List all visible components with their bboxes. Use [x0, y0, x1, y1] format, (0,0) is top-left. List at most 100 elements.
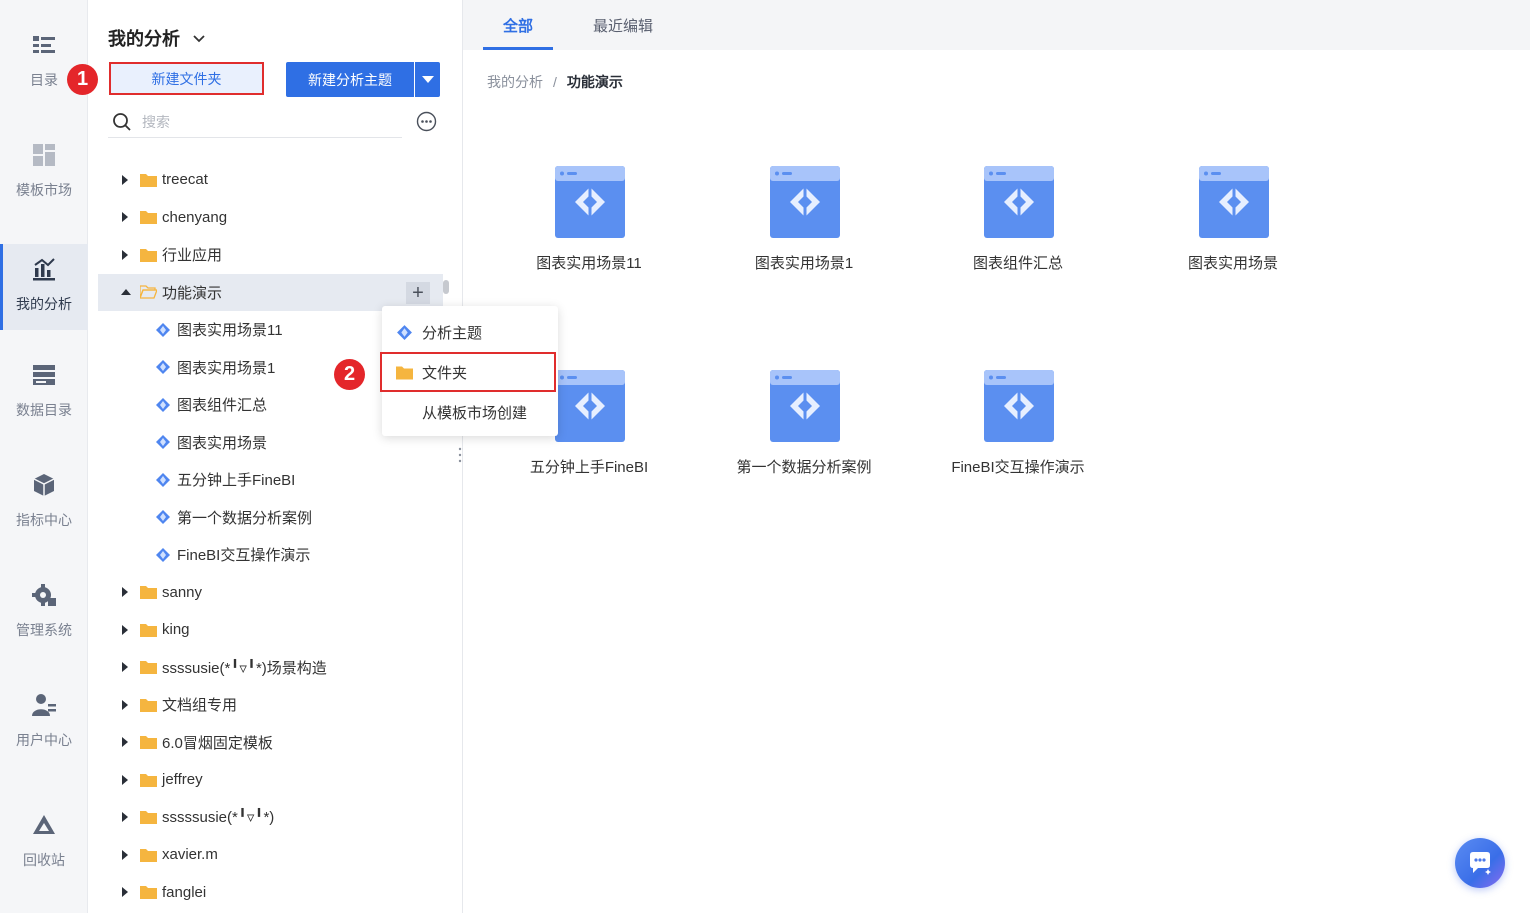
nav-label: 数据目录 — [16, 402, 72, 418]
search-input[interactable] — [142, 113, 372, 130]
analysis-theme-icon — [156, 472, 170, 487]
tabs-bar: 全部 最近编辑 — [463, 0, 1530, 50]
tree-folder[interactable]: fanglei — [98, 874, 443, 912]
breadcrumb-separator: / — [553, 74, 557, 90]
folder-icon — [140, 698, 157, 712]
breadcrumb-root[interactable]: 我的分析 — [487, 72, 543, 92]
analysis-card[interactable]: 图表实用场景11 — [499, 166, 679, 286]
tree-folder[interactable]: sanny — [98, 574, 443, 612]
scrollbar-thumb[interactable] — [443, 280, 449, 294]
folder-icon — [140, 848, 157, 862]
tree-folder-label: chenyang — [162, 208, 228, 226]
new-analysis-theme-button[interactable]: 新建分析主题 — [286, 62, 414, 97]
tree-folder-label: sssssusie(*╹▿╹*) — [162, 809, 275, 827]
analysis-theme-icon — [1199, 166, 1269, 238]
tab-recent[interactable]: 最近编辑 — [583, 0, 663, 50]
nav-item-template-market[interactable]: 模板市场 — [0, 120, 88, 206]
tree-folder[interactable]: xavier.m — [98, 836, 443, 874]
expand-arrow-icon[interactable] — [122, 587, 128, 598]
analysis-theme-icon — [984, 370, 1054, 442]
expand-arrow-icon[interactable] — [122, 624, 128, 635]
analysis-card[interactable]: FineBI交互操作演示 — [928, 370, 1108, 490]
create-popup-menu: 分析主题 文件夹 从模板市场创建 — [380, 306, 558, 436]
tree-folder-label: 行业应用 — [162, 247, 223, 265]
expand-arrow-icon[interactable] — [122, 699, 128, 710]
more-options-icon[interactable] — [416, 111, 437, 132]
tree-child-label: 第一个数据分析案例 — [177, 509, 313, 527]
tree-folder-label: 6.0冒烟固定模板 — [162, 734, 273, 752]
tree-child-item[interactable]: FineBI交互操作演示 — [98, 536, 443, 574]
nav-label: 管理系统 — [16, 622, 72, 638]
add-plus-button[interactable]: + — [406, 281, 430, 304]
tree-child-item[interactable]: 第一个数据分析案例 — [98, 499, 443, 537]
nav-label: 模板市场 — [16, 182, 72, 198]
menu-item-analysis-theme[interactable]: 分析主题 — [382, 312, 558, 352]
expand-arrow-icon[interactable] — [122, 812, 128, 823]
tree-folder[interactable]: sssssusie(*╹▿╹*) — [98, 799, 443, 837]
nav-item-metric-center[interactable]: 指标中心 — [0, 450, 88, 536]
folder-icon — [140, 886, 157, 900]
tree-child-label: 图表组件汇总 — [177, 397, 268, 415]
analysis-card[interactable]: 第一个数据分析案例 — [714, 370, 894, 490]
chevron-down-icon — [193, 35, 205, 43]
panel-title[interactable]: 我的分析 — [108, 25, 206, 51]
expand-arrow-icon[interactable] — [122, 212, 128, 223]
expand-arrow-icon[interactable] — [122, 662, 128, 673]
expand-arrow-icon[interactable] — [122, 737, 128, 748]
folder-icon — [140, 811, 157, 825]
collapse-arrow-icon[interactable] — [121, 289, 131, 296]
nav-item-recycle-bin[interactable]: 回收站 — [0, 790, 88, 876]
folder-icon — [140, 736, 157, 750]
tree-child-label: FineBI交互操作演示 — [177, 547, 311, 565]
chat-assistant-button[interactable] — [1455, 838, 1505, 888]
menu-item-label: 从模板市场创建 — [422, 404, 528, 422]
nav-label: 回收站 — [23, 852, 65, 868]
data-catalog-icon — [33, 365, 55, 385]
menu-item-folder[interactable]: 文件夹 — [380, 352, 556, 392]
tree-folder-label: xavier.m — [162, 846, 218, 864]
tree-child-item[interactable]: 五分钟上手FineBI — [98, 461, 443, 499]
folder-open-icon — [140, 285, 157, 299]
tree-folder[interactable]: ssssusie(*╹▿╹*)场景构造 — [98, 649, 443, 687]
nav-item-my-analysis[interactable]: 我的分析 — [0, 244, 88, 330]
tree-folder[interactable]: treecat — [98, 161, 443, 199]
tree-folder[interactable]: 6.0冒烟固定模板 — [98, 724, 443, 762]
expand-arrow-icon[interactable] — [122, 249, 128, 260]
search-icon — [113, 112, 131, 131]
folder-tree: treecat chenyang 行业应用 功能演示 + 图表实用场景11 图表实… — [98, 161, 443, 911]
folder-icon — [140, 211, 157, 225]
analysis-theme-icon — [156, 322, 170, 337]
analysis-theme-icon — [555, 166, 625, 238]
chat-bubble-icon — [1470, 852, 1491, 875]
nav-item-data-catalog[interactable]: 数据目录 — [0, 340, 88, 426]
step-badge-2: 2 — [334, 359, 365, 390]
nav-item-management[interactable]: 管理系统 — [0, 560, 88, 646]
new-folder-button[interactable]: 新建文件夹 — [109, 62, 264, 95]
new-theme-dropdown-button[interactable] — [415, 62, 440, 97]
tree-folder[interactable]: king — [98, 611, 443, 649]
expand-arrow-icon[interactable] — [122, 887, 128, 898]
analysis-theme-icon — [156, 510, 170, 525]
left-nav: 目录 模板市场 我的分析 数据目录 指标中心 管理系统 用户中心 回收站 — [0, 0, 88, 913]
card-label: FineBI交互操作演示 — [951, 459, 1085, 476]
expand-arrow-icon[interactable] — [122, 849, 128, 860]
expand-arrow-icon[interactable] — [122, 174, 128, 185]
tree-folder[interactable]: chenyang — [98, 199, 443, 237]
analysis-card[interactable]: 图表实用场景1 — [714, 166, 894, 286]
analysis-card[interactable]: 图表组件汇总 — [928, 166, 1108, 286]
analysis-card[interactable]: 图表实用场景 — [1143, 166, 1323, 286]
tree-folder[interactable]: 文档组专用 — [98, 686, 443, 724]
analysis-theme-icon — [156, 397, 170, 412]
tree-folder[interactable]: jeffrey — [98, 761, 443, 799]
expand-arrow-icon[interactable] — [122, 774, 128, 785]
nav-item-user-center[interactable]: 用户中心 — [0, 670, 88, 756]
tree-folder-label: 功能演示 — [162, 284, 223, 302]
tree-folder[interactable]: 行业应用 — [98, 236, 443, 274]
tree-folder-label: 文档组专用 — [162, 697, 238, 715]
user-center-icon — [32, 694, 56, 716]
recycle-bin-icon — [33, 815, 55, 834]
tab-all[interactable]: 全部 — [483, 0, 553, 50]
analysis-theme-icon — [156, 360, 170, 375]
breadcrumb: 我的分析 / 功能演示 — [487, 72, 623, 92]
menu-item-create-from-template[interactable]: 从模板市场创建 — [382, 392, 558, 432]
